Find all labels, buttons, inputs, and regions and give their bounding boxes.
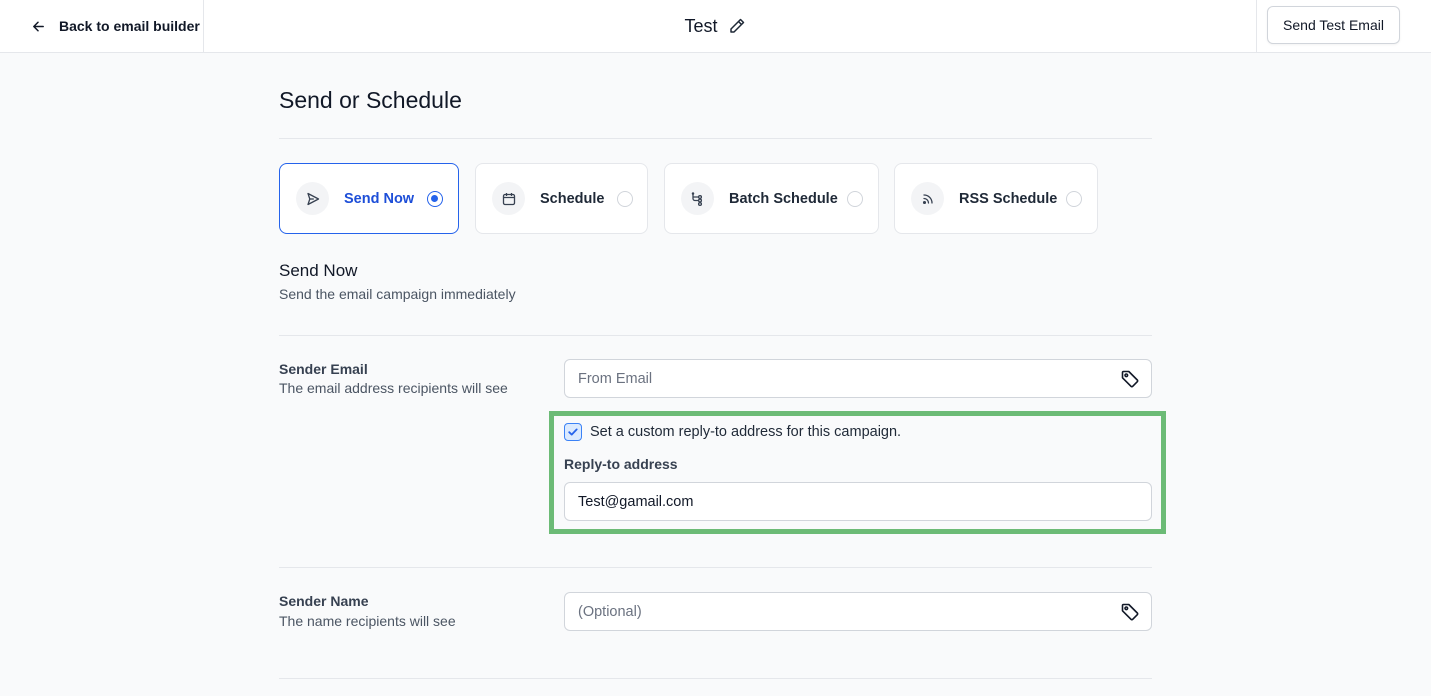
header-divider xyxy=(1256,0,1257,52)
batch-icon xyxy=(681,182,714,215)
reply-to-checkbox-label: Set a custom reply-to address for this c… xyxy=(590,424,902,440)
from-email-input[interactable] xyxy=(564,359,1152,398)
edit-title-button[interactable] xyxy=(727,16,747,36)
send-test-email-button[interactable]: Send Test Email xyxy=(1267,6,1400,44)
option-label: Batch Schedule xyxy=(729,190,838,207)
divider xyxy=(279,335,1152,336)
option-batch-schedule[interactable]: Batch Schedule xyxy=(664,163,879,234)
divider xyxy=(279,567,1152,568)
option-label: Schedule xyxy=(540,190,605,207)
rss-icon xyxy=(911,182,944,215)
divider xyxy=(279,138,1152,139)
option-radio[interactable] xyxy=(1066,191,1082,207)
sender-name-help: The name recipients will see xyxy=(279,613,456,629)
section-subtitle: Send the email campaign immediately xyxy=(279,286,516,302)
option-rss-schedule[interactable]: RSS Schedule xyxy=(894,163,1098,234)
option-radio[interactable] xyxy=(427,191,443,207)
calendar-icon xyxy=(492,182,525,215)
tag-icon[interactable] xyxy=(1120,369,1140,389)
checkmark-icon xyxy=(568,428,578,436)
sender-email-label: Sender Email xyxy=(279,361,368,377)
option-schedule[interactable]: Schedule xyxy=(475,163,648,234)
section-title: Send Now xyxy=(279,261,358,280)
sender-name-label: Sender Name xyxy=(279,593,369,609)
pencil-icon xyxy=(729,18,744,33)
send-icon xyxy=(296,182,329,215)
top-bar: Back to email builder Test Send Test Ema… xyxy=(0,0,1431,53)
reply-to-checkbox[interactable] xyxy=(564,423,582,441)
option-label: Send Now xyxy=(344,190,415,207)
option-radio[interactable] xyxy=(617,191,633,207)
campaign-title: Test xyxy=(684,15,718,36)
option-send-now[interactable]: Send Now xyxy=(279,163,459,234)
reply-to-input[interactable] xyxy=(564,482,1152,521)
back-label: Back to email builder xyxy=(59,18,200,34)
sender-email-help: The email address recipients will see xyxy=(279,380,508,396)
sender-name-input[interactable] xyxy=(564,592,1152,631)
option-radio[interactable] xyxy=(847,191,863,207)
arrow-left-icon xyxy=(33,21,44,31)
page-title: Send or Schedule xyxy=(279,87,462,113)
back-to-builder-button[interactable]: Back to email builder xyxy=(0,0,204,52)
tag-icon[interactable] xyxy=(1120,602,1140,622)
reply-to-label: Reply-to address xyxy=(564,456,678,472)
divider xyxy=(279,678,1152,679)
option-label: RSS Schedule xyxy=(959,190,1058,207)
